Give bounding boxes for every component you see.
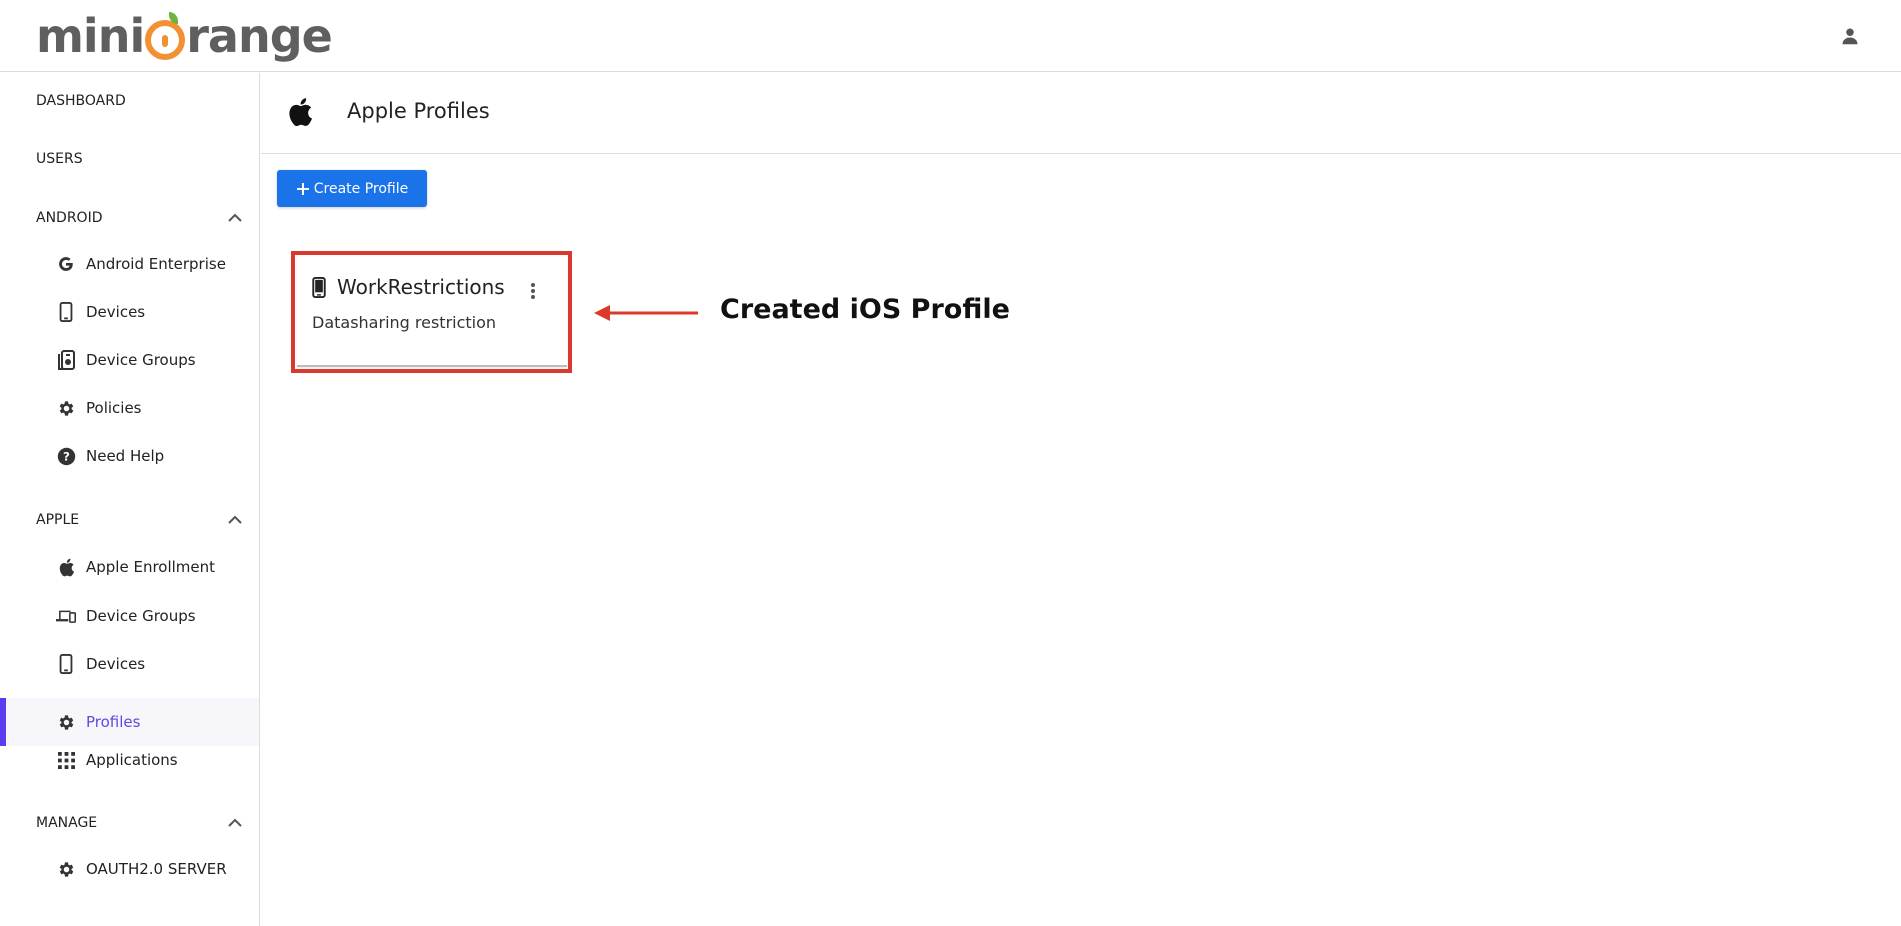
sidebar-item-label: Applications (86, 751, 178, 769)
sidebar-item-applications[interactable]: Applications (0, 738, 259, 782)
miniorange-logo[interactable]: mini range (36, 8, 333, 64)
annotation-highlight-box (291, 251, 572, 373)
section-label: ANDROID (36, 210, 103, 226)
sidebar-item-label: Apple Enrollment (86, 558, 216, 576)
annotation-text: Created iOS Profile (720, 294, 1010, 325)
phone-icon (56, 654, 76, 674)
sidebar-item-label: Device Groups (86, 607, 196, 625)
annotation-arrow-icon (594, 305, 698, 321)
phone-icon (56, 302, 76, 322)
apple-icon (56, 557, 76, 577)
page-title: Apple Profiles (347, 99, 490, 123)
sidebar-item-label: Profiles (86, 713, 141, 731)
sidebar-section-android[interactable]: ANDROID (36, 210, 242, 226)
gear-icon (56, 398, 76, 418)
section-label: MANAGE (36, 815, 98, 831)
page-header: Apple Profiles (261, 73, 1901, 154)
user-icon (1842, 28, 1858, 45)
sidebar-item-android-enterprise[interactable]: Android Enterprise (0, 242, 259, 286)
sidebar-item-android-device-groups[interactable]: Device Groups (0, 338, 259, 382)
sidebar-item-label: Devices (86, 655, 146, 673)
sidebar-item-label: Devices (86, 303, 146, 321)
chevron-up-icon (228, 213, 242, 222)
devices-icon (56, 606, 76, 626)
chevron-up-icon (228, 818, 242, 827)
sidebar-item-oauth-server[interactable]: OAUTH2.0 SERVER (0, 847, 259, 891)
create-profile-button[interactable]: Create Profile (277, 170, 427, 207)
sidebar: DASHBOARD USERS ANDROID Android Enterpri… (0, 73, 260, 926)
help-icon: ? (56, 446, 76, 466)
sidebar-item-dashboard[interactable]: DASHBOARD (36, 93, 126, 109)
sidebar-item-label: Android Enterprise (86, 255, 226, 273)
sidebar-item-android-devices[interactable]: Devices (0, 290, 259, 334)
sidebar-item-apple-enrollment[interactable]: Apple Enrollment (0, 545, 259, 589)
grid-icon (56, 750, 76, 770)
plus-icon (296, 182, 309, 195)
sidebar-item-label: Device Groups (86, 351, 196, 369)
section-label: APPLE (36, 512, 80, 528)
sidebar-section-manage[interactable]: MANAGE (36, 815, 242, 831)
logo-lock-icon (145, 12, 186, 60)
sidebar-item-users[interactable]: USERS (36, 151, 83, 167)
sidebar-item-apple-devices[interactable]: Devices (0, 642, 259, 686)
chevron-up-icon (228, 515, 242, 524)
gear-icon (56, 859, 76, 879)
sidebar-item-label: Policies (86, 399, 142, 417)
device-group-icon (56, 350, 76, 370)
sidebar-item-label: Need Help (86, 447, 165, 465)
top-bar: mini range (0, 0, 1901, 72)
sidebar-section-apple[interactable]: APPLE (36, 512, 242, 528)
create-profile-label: Create Profile (313, 180, 409, 197)
sidebar-item-policies[interactable]: Policies (0, 386, 259, 430)
user-account-button[interactable] (1834, 24, 1866, 48)
google-icon (56, 254, 76, 274)
apple-icon (287, 97, 313, 131)
sidebar-item-apple-device-groups[interactable]: Device Groups (0, 594, 259, 638)
sidebar-item-label: OAUTH2.0 SERVER (86, 860, 227, 878)
gear-icon (56, 712, 76, 732)
svg-text:?: ? (63, 449, 70, 463)
sidebar-item-need-help[interactable]: ? Need Help (0, 434, 259, 478)
